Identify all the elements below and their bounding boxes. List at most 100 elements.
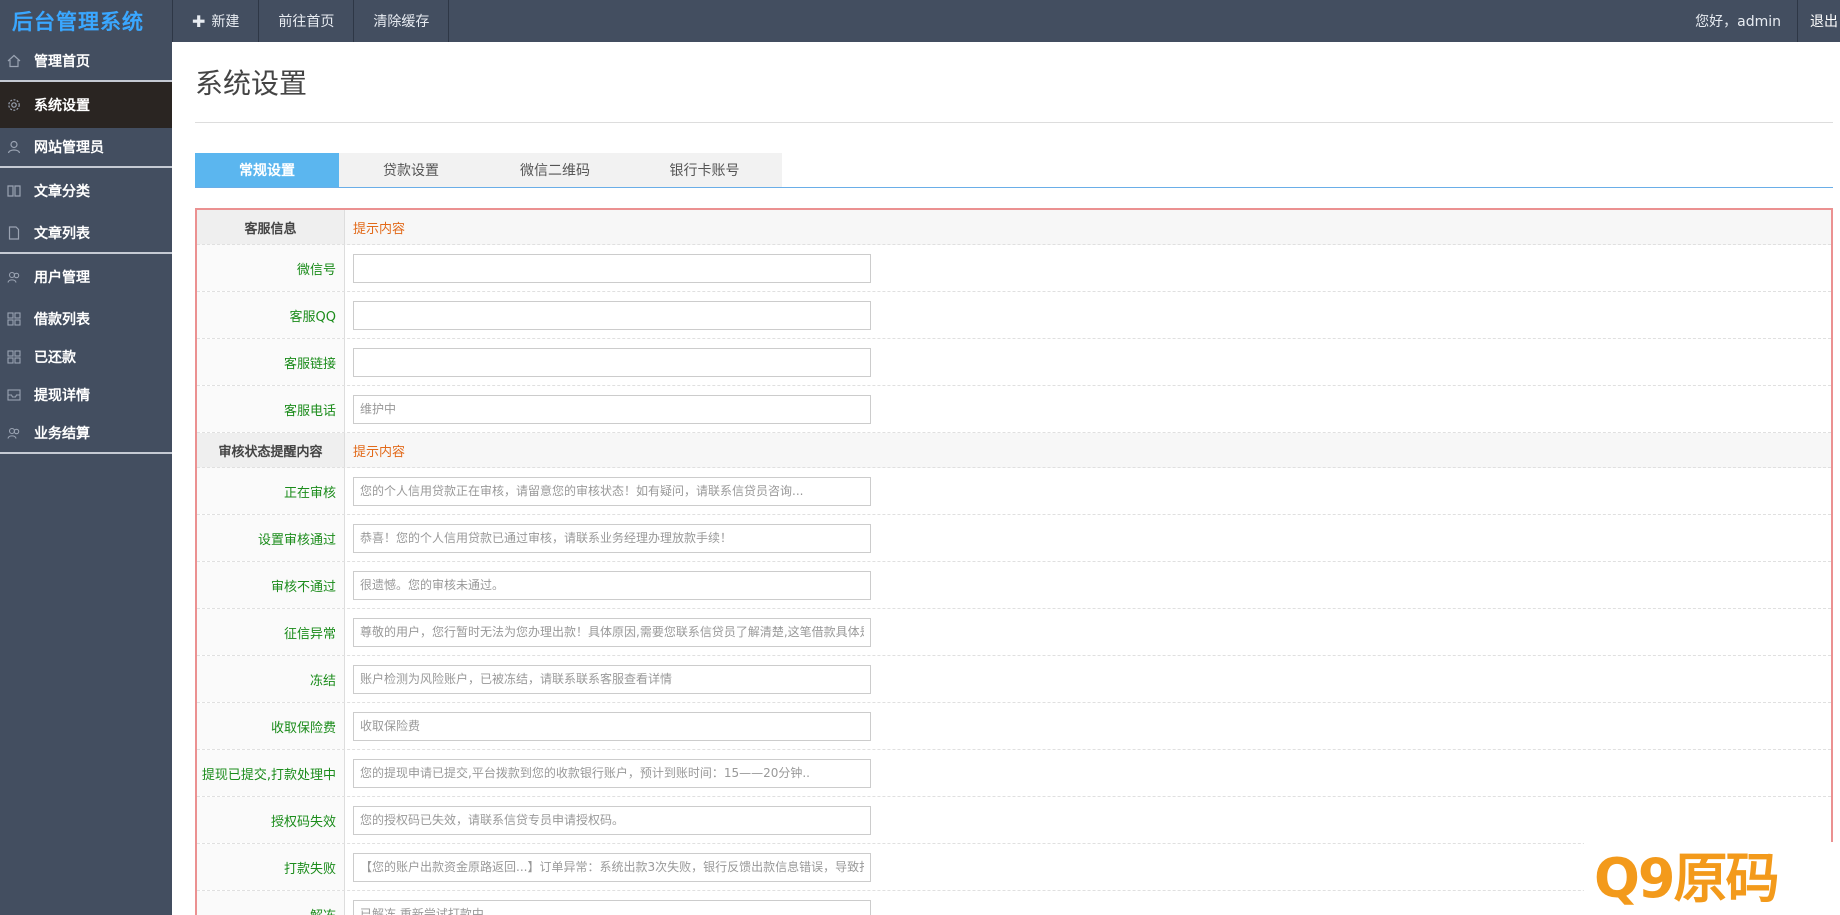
clear-cache-button[interactable]: 清除缓存 <box>354 0 450 42</box>
settings-tabs: 常规设置 贷款设置 微信二维码 银行卡账号 <box>195 153 782 187</box>
unfreeze-message-field[interactable] <box>353 899 871 915</box>
sidebar-item-article-list[interactable]: 文章列表 <box>0 214 172 252</box>
sidebar-item-label: 网站管理员 <box>34 140 104 156</box>
withdraw-processing-field[interactable] <box>353 758 871 788</box>
field-label: 正在审核 <box>197 468 345 514</box>
tab-general[interactable]: 常规设置 <box>195 153 339 187</box>
service-link-field[interactable] <box>353 347 871 377</box>
tab-wechat-qr[interactable]: 微信二维码 <box>483 153 627 187</box>
section-hint: 提示内容 <box>353 221 406 237</box>
app-brand: 后台管理系统 <box>12 10 144 34</box>
sidebar-item-withdrawals[interactable]: 提现详情 <box>0 376 172 414</box>
section-review-status: 审核状态提醒内容 提示内容 <box>197 433 1831 468</box>
sidebar-item-loans[interactable]: 借款列表 <box>0 300 172 338</box>
sidebar-item-label: 文章分类 <box>34 184 90 200</box>
user-icon <box>6 139 22 155</box>
qq-field[interactable] <box>353 300 871 330</box>
sidebar-item-label: 已还款 <box>34 350 76 366</box>
main-content: 系统设置 常规设置 贷款设置 微信二维码 银行卡账号 客服信息 提示内容 微信号… <box>172 42 1840 915</box>
form-row: 客服电话 <box>197 386 1831 433</box>
credit-abnormal-field[interactable] <box>353 617 871 647</box>
insurance-fee-field[interactable] <box>353 711 871 741</box>
wechat-field[interactable] <box>353 253 871 283</box>
sidebar-item-label: 业务结算 <box>34 426 90 442</box>
field-label: 提现已提交,打款处理中 <box>197 750 345 796</box>
new-button-label: 新建 <box>211 14 240 30</box>
grid-icon <box>6 349 22 365</box>
sidebar-item-dashboard[interactable]: 管理首页 <box>0 42 172 80</box>
top-nav: ✚ 新建 前往首页 清除缓存 <box>172 0 450 42</box>
top-bar: 后台管理系统 ✚ 新建 前往首页 清除缓存 您好，admin 退出 <box>0 0 1840 42</box>
reviewing-message-field[interactable] <box>353 476 871 506</box>
title-divider <box>195 122 1833 123</box>
sidebar-item-label: 文章列表 <box>34 226 90 242</box>
inbox-icon <box>6 387 22 403</box>
section-customer-service: 客服信息 提示内容 <box>197 210 1831 245</box>
sidebar-item-label: 用户管理 <box>34 270 90 286</box>
user-greeting: 您好，admin <box>1679 0 1798 42</box>
plus-icon: ✚ <box>192 11 206 31</box>
field-label: 授权码失效 <box>197 797 345 843</box>
grid-icon <box>6 311 22 327</box>
field-label: 征信异常 <box>197 609 345 655</box>
users-icon <box>6 269 22 285</box>
settings-form: 客服信息 提示内容 微信号 客服QQ 客服链接 客服电话 审核状态提醒内容 提示… <box>195 208 1833 915</box>
form-row: 客服QQ <box>197 292 1831 339</box>
sidebar-item-label: 管理首页 <box>34 54 90 70</box>
field-label: 打款失败 <box>197 844 345 890</box>
section-label: 客服信息 <box>197 210 345 244</box>
sidebar-item-label: 系统设置 <box>34 98 90 114</box>
page-title: 系统设置 <box>195 67 308 100</box>
go-home-button[interactable]: 前往首页 <box>259 0 355 42</box>
form-row: 客服链接 <box>197 339 1831 386</box>
sidebar-item-settings[interactable]: 系统设置 <box>0 82 172 128</box>
sidebar-item-label: 提现详情 <box>34 388 90 404</box>
sidebar-item-repaid[interactable]: 已还款 <box>0 338 172 376</box>
watermark-logo: Q9原码 <box>1584 842 1840 915</box>
sidebar: 管理首页 系统设置 网站管理员 文章分类 文章列表 用户管理 借款列表 已还款 … <box>0 42 172 915</box>
book-icon <box>6 183 22 199</box>
section-hint: 提示内容 <box>353 444 406 460</box>
field-label: 收取保险费 <box>197 703 345 749</box>
auth-code-expired-field[interactable] <box>353 805 871 835</box>
sidebar-item-label: 借款列表 <box>34 312 90 328</box>
gear-icon <box>6 97 22 113</box>
new-button[interactable]: ✚ 新建 <box>173 0 260 42</box>
tab-divider <box>195 187 1833 188</box>
form-row: 授权码失效 <box>197 797 1831 844</box>
field-label: 审核不通过 <box>197 562 345 608</box>
field-label: 冻结 <box>197 656 345 702</box>
field-label: 客服QQ <box>197 292 345 338</box>
sidebar-item-article-categories[interactable]: 文章分类 <box>0 168 172 214</box>
form-row: 冻结 <box>197 656 1831 703</box>
field-label: 客服电话 <box>197 386 345 432</box>
home-icon <box>6 53 22 69</box>
form-row: 微信号 <box>197 245 1831 292</box>
form-row: 征信异常 <box>197 609 1831 656</box>
sidebar-divider <box>0 452 172 454</box>
watermark-text: Q9原码 <box>1594 846 1779 910</box>
tab-loan[interactable]: 贷款设置 <box>339 153 483 187</box>
rejected-message-field[interactable] <box>353 570 871 600</box>
field-label: 客服链接 <box>197 339 345 385</box>
field-label: 设置审核通过 <box>197 515 345 561</box>
frozen-message-field[interactable] <box>353 664 871 694</box>
users-icon <box>6 425 22 441</box>
service-phone-field[interactable] <box>353 394 871 424</box>
payout-failed-field[interactable] <box>353 852 871 882</box>
sidebar-item-users[interactable]: 用户管理 <box>0 254 172 300</box>
top-right: 您好，admin 退出 <box>1679 0 1840 42</box>
sidebar-item-settlement[interactable]: 业务结算 <box>0 414 172 452</box>
tab-bank-card[interactable]: 银行卡账号 <box>627 153 782 187</box>
form-row: 提现已提交,打款处理中 <box>197 750 1831 797</box>
form-row: 收取保险费 <box>197 703 1831 750</box>
sidebar-item-admins[interactable]: 网站管理员 <box>0 128 172 166</box>
form-row: 设置审核通过 <box>197 515 1831 562</box>
logout-button[interactable]: 退出 <box>1798 0 1840 42</box>
field-label: 微信号 <box>197 245 345 291</box>
field-label: 解冻 <box>197 891 345 915</box>
form-row: 正在审核 <box>197 468 1831 515</box>
section-label: 审核状态提醒内容 <box>197 433 345 467</box>
approved-message-field[interactable] <box>353 523 871 553</box>
form-row: 审核不通过 <box>197 562 1831 609</box>
